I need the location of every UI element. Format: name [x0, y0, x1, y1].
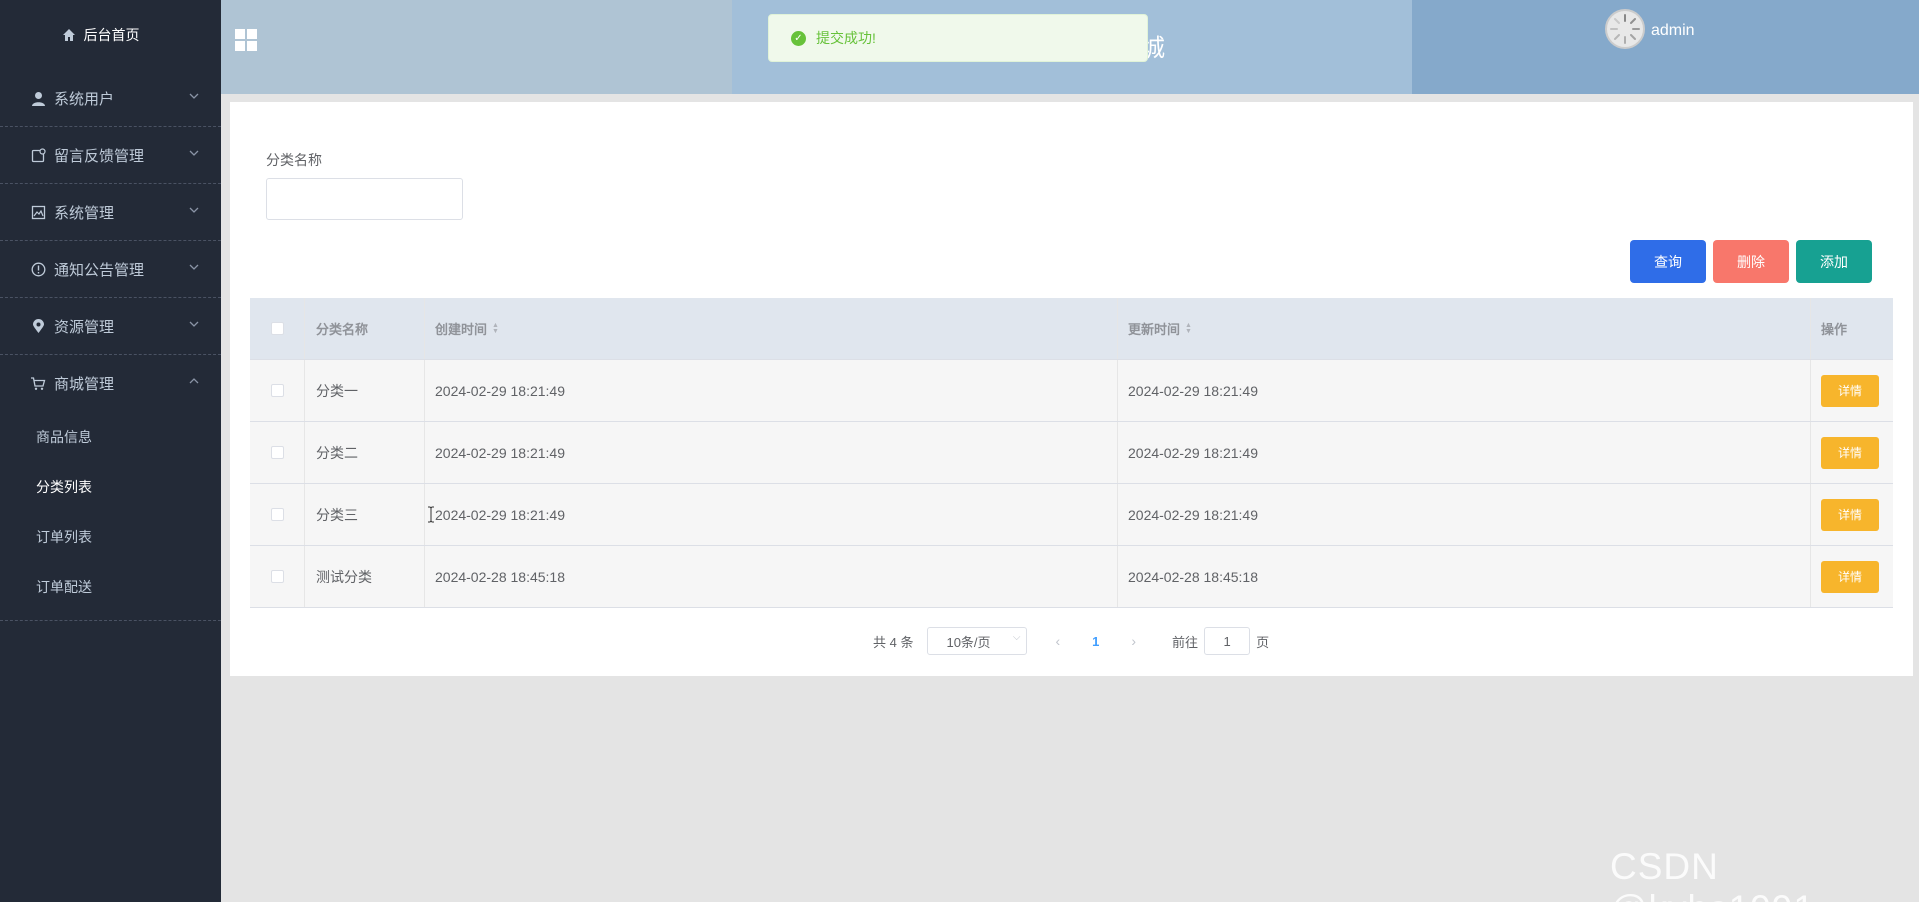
- page-size-value: 10条/页: [946, 634, 991, 650]
- toast-message: 提交成功!: [816, 30, 876, 46]
- detail-button[interactable]: 详情: [1821, 498, 1879, 531]
- sidebar-item-label: 系统用户: [54, 90, 115, 108]
- content-card: 分类名称 查询 删除 添加 分类名称 创建时间 ▲ ▼ 更新时间 ▲ ▼ 操作 分类…: [230, 102, 1913, 676]
- sidebar-item-feedback[interactable]: 留言反馈管理: [0, 127, 221, 184]
- location-icon: [30, 318, 46, 334]
- user-icon: [30, 90, 46, 106]
- success-toast: ✓ 提交成功!: [768, 14, 1148, 62]
- pagination-total: 共 4 条: [873, 634, 914, 650]
- cell-created: 2024-02-28 18:45:18: [425, 546, 1118, 607]
- column-header-action: 操作: [1821, 322, 1848, 337]
- chevron-down-icon: ⌵: [1012, 632, 1021, 643]
- sidebar-item-label: 资源管理: [54, 318, 115, 336]
- sidebar-home[interactable]: 后台首页: [0, 0, 221, 70]
- column-header-updated[interactable]: 更新时间 ▲ ▼: [1118, 298, 1811, 359]
- sidebar-item-system[interactable]: 系统管理: [0, 184, 221, 241]
- chevron-down-icon: [189, 264, 199, 270]
- table-row: 测试分类 2024-02-28 18:45:18 2024-02-28 18:4…: [250, 546, 1893, 608]
- cell-created: 2024-02-29 18:21:49: [425, 484, 1118, 545]
- sidebar-subitem-products[interactable]: 商品信息: [0, 412, 221, 462]
- sidebar-item-mall[interactable]: 商城管理: [0, 355, 221, 412]
- category-name-input[interactable]: [266, 178, 463, 220]
- search-label: 分类名称: [266, 152, 322, 168]
- category-table: 分类名称 创建时间 ▲ ▼ 更新时间 ▲ ▼ 操作 分类一 2024-02-29 1…: [250, 298, 1893, 608]
- table-row: 分类一 2024-02-29 18:21:49 2024-02-29 18:21…: [250, 360, 1893, 422]
- sidebar-item-users[interactable]: 系统用户: [0, 70, 221, 127]
- cell-updated: 2024-02-29 18:21:49: [1118, 422, 1811, 483]
- cell-name: 测试分类: [305, 546, 425, 607]
- prev-page-icon[interactable]: ‹: [1055, 633, 1060, 649]
- cart-icon: [30, 376, 46, 392]
- text-cursor-icon: [428, 506, 434, 523]
- sidebar-item-resource[interactable]: 资源管理: [0, 298, 221, 355]
- next-page-icon[interactable]: ›: [1131, 633, 1136, 649]
- chevron-down-icon: [189, 150, 199, 156]
- chevron-down-icon: [189, 207, 199, 213]
- chevron-down-icon: [189, 321, 199, 327]
- chevron-up-icon: [189, 378, 199, 384]
- check-icon: ✓: [791, 30, 806, 46]
- grid-menu-icon[interactable]: [235, 29, 257, 51]
- page-size-select[interactable]: 10条/页 ⌵: [927, 627, 1028, 655]
- header-segment-right: [1412, 0, 1919, 94]
- detail-button[interactable]: 详情: [1821, 560, 1879, 593]
- row-checkbox[interactable]: [270, 570, 284, 583]
- cell-updated: 2024-02-28 18:45:18: [1118, 546, 1811, 607]
- row-checkbox[interactable]: [270, 508, 284, 521]
- table-row: 分类三 2024-02-29 18:21:49 2024-02-29 18:21…: [250, 484, 1893, 546]
- sidebar-item-notice[interactable]: 通知公告管理: [0, 241, 221, 298]
- add-button[interactable]: 添加: [1796, 240, 1872, 283]
- cell-name: 分类一: [305, 360, 425, 421]
- cell-created: 2024-02-29 18:21:49: [425, 422, 1118, 483]
- cell-created: 2024-02-29 18:21:49: [425, 360, 1118, 421]
- chevron-down-icon: [189, 93, 199, 99]
- goto-page-input[interactable]: 1: [1204, 627, 1251, 655]
- page-number[interactable]: 1: [1092, 634, 1099, 649]
- sidebar-subitem-orders[interactable]: 订单列表: [0, 512, 221, 562]
- table-header: 分类名称 创建时间 ▲ ▼ 更新时间 ▲ ▼ 操作: [250, 298, 1893, 360]
- avatar[interactable]: [1605, 9, 1645, 49]
- select-all-checkbox[interactable]: [270, 322, 284, 335]
- query-button[interactable]: 查询: [1630, 240, 1706, 283]
- sidebar: 后台首页 系统用户 留言反馈管理 系统管理 通知公告管理 资源管理 商城管理 商…: [0, 0, 221, 902]
- home-icon: [62, 29, 75, 41]
- sidebar-subitem-categories[interactable]: 分类列表: [0, 462, 221, 512]
- image-icon: [30, 204, 46, 220]
- column-header-updated-label: 更新时间: [1128, 322, 1181, 337]
- sort-icon[interactable]: ▲ ▼: [492, 322, 499, 335]
- username[interactable]: admin: [1651, 22, 1695, 40]
- sidebar-item-label: 留言反馈管理: [54, 147, 145, 165]
- mall-submenu: 商品信息 分类列表 订单列表 订单配送: [0, 412, 221, 621]
- detail-button[interactable]: 详情: [1821, 436, 1879, 469]
- goto-label: 前往: [1172, 634, 1199, 650]
- cell-updated: 2024-02-29 18:21:49: [1118, 360, 1811, 421]
- sidebar-home-label: 后台首页: [83, 27, 140, 43]
- row-checkbox[interactable]: [270, 446, 284, 459]
- column-header-created-label: 创建时间: [435, 322, 488, 337]
- delete-button[interactable]: 删除: [1713, 240, 1789, 283]
- sidebar-item-label: 商城管理: [54, 376, 115, 393]
- detail-button[interactable]: 详情: [1821, 374, 1879, 407]
- cell-name: 分类三: [305, 484, 425, 545]
- column-header-created[interactable]: 创建时间 ▲ ▼: [425, 298, 1118, 359]
- sidebar-item-label: 系统管理: [54, 204, 115, 222]
- feedback-icon: [30, 147, 46, 163]
- sort-icon[interactable]: ▲ ▼: [1185, 322, 1192, 335]
- column-header-name: 分类名称: [305, 298, 425, 359]
- pagination: 共 4 条 10条/页 ⌵ ‹ 1 › 前往 1 页: [873, 626, 1269, 656]
- loading-spinner-icon: [1610, 14, 1640, 44]
- row-checkbox[interactable]: [270, 384, 284, 397]
- header-segment-left: [221, 0, 732, 94]
- sidebar-item-label: 通知公告管理: [54, 261, 145, 279]
- cell-updated: 2024-02-29 18:21:49: [1118, 484, 1811, 545]
- page-unit-label: 页: [1256, 634, 1270, 650]
- watermark: CSDN @kybs1991: [1610, 846, 1814, 902]
- sidebar-subitem-delivery[interactable]: 订单配送: [0, 562, 221, 612]
- cell-name: 分类二: [305, 422, 425, 483]
- info-icon: [30, 261, 46, 277]
- table-row: 分类二 2024-02-29 18:21:49 2024-02-29 18:21…: [250, 422, 1893, 484]
